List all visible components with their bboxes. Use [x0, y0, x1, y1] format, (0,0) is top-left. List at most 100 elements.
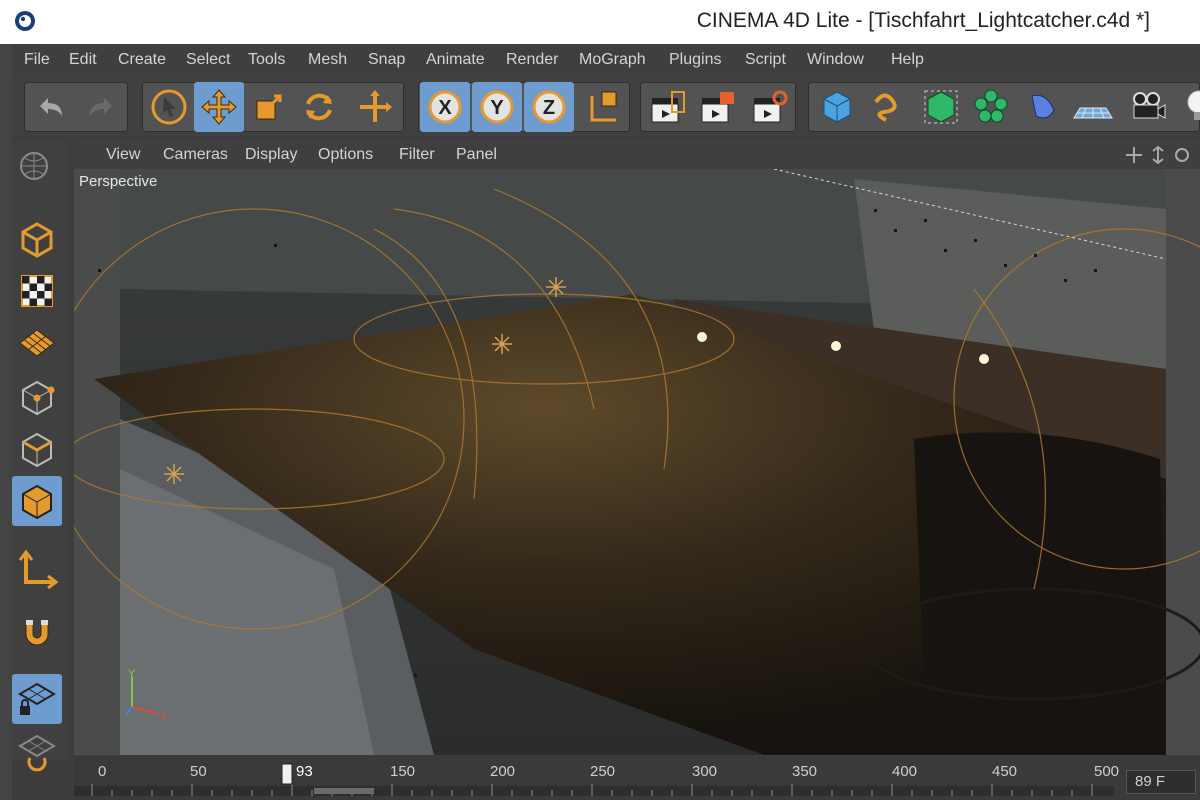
menu-create[interactable]: Create — [118, 51, 166, 69]
coordinate-system-button[interactable] — [576, 82, 626, 132]
sidebar-texture-mode-button[interactable] — [12, 266, 62, 316]
render-picture-viewer-button[interactable] — [692, 82, 742, 132]
x-axis-lock-button[interactable]: X — [420, 82, 470, 132]
viewport-menu-view[interactable]: View — [106, 146, 140, 164]
svg-text:X: X — [438, 97, 452, 119]
transform-tool-button[interactable] — [350, 82, 400, 132]
timeline-tick-450: 450 — [992, 763, 1018, 780]
window-titlebar: CINEMA 4D Lite - [Tischfahrt_Lightcatche… — [0, 0, 1200, 44]
z-axis-lock-button[interactable]: Z — [524, 82, 574, 132]
axis-corner-icon — [18, 549, 59, 590]
viewport-camera-label: Perspective — [79, 173, 158, 190]
magnet-icon — [25, 620, 49, 646]
render-view-button[interactable] — [642, 82, 692, 132]
timeline-tick-50: 50 — [190, 763, 207, 780]
playhead-marker[interactable] — [281, 763, 293, 785]
redo-button[interactable] — [76, 82, 126, 132]
polygons-cube-icon — [22, 484, 52, 520]
menu-select[interactable]: Select — [186, 51, 230, 69]
y-axis-lock-button[interactable]: Y — [472, 82, 522, 132]
sidebar-point-mode-button[interactable] — [12, 372, 62, 422]
render-settings-icon — [753, 90, 788, 123]
timeline-ruler[interactable]: 0 50 93 150 200 250 300 350 400 450 500 … — [74, 756, 1200, 800]
add-camera-button[interactable] — [1122, 82, 1172, 132]
viewport-menu-filter[interactable]: Filter — [399, 146, 435, 164]
viewport-navigation-icons[interactable] — [1124, 145, 1196, 165]
sidebar-solo-button[interactable] — [12, 728, 62, 778]
add-spline-button[interactable] — [864, 82, 914, 132]
menu-file[interactable]: File — [24, 51, 50, 69]
add-mograph-button[interactable] — [966, 82, 1016, 132]
axis-gizmo-x-label: X — [160, 710, 168, 722]
timeline-current-frame-label: 93 — [296, 763, 313, 780]
menu-help[interactable]: Help — [891, 51, 924, 69]
y-axis-icon: Y — [480, 90, 514, 124]
rotate-icon — [306, 93, 332, 121]
perspective-viewport[interactable]: Perspective Y X — [74, 169, 1200, 755]
x-axis-icon: X — [428, 90, 462, 124]
app-window: File Edit Create Select Tools Mesh Snap … — [12, 44, 1200, 800]
locked-grid-icon — [18, 682, 56, 715]
transform-icon — [360, 90, 392, 122]
scale-icon — [256, 94, 282, 120]
scale-tool-button[interactable] — [244, 82, 294, 132]
timeline-tick-500: 500 — [1094, 763, 1120, 780]
clapperboard-icon — [651, 91, 685, 123]
timeline-tick-200: 200 — [490, 763, 516, 780]
menu-mesh[interactable]: Mesh — [308, 51, 347, 69]
z-axis-icon: Z — [532, 90, 566, 124]
add-cube-button[interactable] — [812, 82, 862, 132]
render-picture-icon — [701, 92, 734, 123]
cube-icon — [823, 91, 851, 123]
redo-icon — [90, 98, 112, 116]
sidebar-edge-mode-button[interactable] — [12, 424, 62, 474]
current-frame-field[interactable]: 89 F — [1126, 770, 1196, 794]
globe-grid-icon — [20, 152, 48, 180]
timeline-tick-300: 300 — [692, 763, 718, 780]
axis-gizmo-y-label: Y — [128, 668, 136, 680]
floor-grid-icon — [1073, 107, 1113, 119]
live-selection-button[interactable] — [144, 82, 194, 132]
rotate-tool-button[interactable] — [294, 82, 344, 132]
sidebar-polygon-mode-button[interactable] — [12, 476, 62, 526]
sidebar-make-editable-button[interactable] — [12, 144, 62, 194]
viewport-menu-display[interactable]: Display — [245, 146, 297, 164]
add-generator-button[interactable] — [916, 82, 966, 132]
add-deformer-button[interactable] — [1018, 82, 1068, 132]
viewport-menubar: View Cameras Display Options Filter Pane… — [74, 141, 1200, 169]
light-bulb-icon — [1187, 90, 1200, 120]
viewport-menu-panel[interactable]: Panel — [456, 146, 497, 164]
menu-edit[interactable]: Edit — [69, 51, 97, 69]
add-floor-button[interactable] — [1068, 82, 1118, 132]
cloner-icon — [974, 89, 1008, 123]
pointer-icon — [151, 89, 187, 125]
move-tool-button[interactable] — [194, 82, 244, 132]
menu-render[interactable]: Render — [506, 51, 558, 69]
undo-button[interactable] — [26, 82, 76, 132]
render-settings-button[interactable] — [744, 82, 794, 132]
sidebar-workplane-lock-button[interactable] — [12, 674, 62, 724]
menu-tools[interactable]: Tools — [248, 51, 285, 69]
viewport-menu-options[interactable]: Options — [318, 146, 373, 164]
axis-gizmo-icon: Y X — [125, 668, 168, 722]
menu-window[interactable]: Window — [807, 51, 864, 69]
solo-grid-icon — [18, 734, 56, 772]
menu-mograph[interactable]: MoGraph — [579, 51, 646, 69]
menu-animate[interactable]: Animate — [426, 51, 485, 69]
undo-icon — [40, 98, 62, 116]
sidebar-model-mode-button[interactable] — [12, 214, 62, 264]
move-icon — [201, 89, 237, 125]
model-cube-icon — [21, 222, 53, 258]
sidebar-workplane-mode-button[interactable] — [12, 318, 62, 368]
sidebar-snap-button[interactable] — [12, 608, 62, 658]
edges-cube-icon — [22, 432, 52, 468]
viewport-menu-cameras[interactable]: Cameras — [163, 146, 228, 164]
window-title: CINEMA 4D Lite - [Tischfahrt_Lightcatche… — [696, 9, 1150, 32]
menu-plugins[interactable]: Plugins — [669, 51, 721, 69]
add-light-button[interactable] — [1174, 82, 1200, 132]
sidebar-axis-mode-button[interactable] — [12, 544, 62, 594]
svg-text:Y: Y — [490, 97, 504, 119]
menu-snap[interactable]: Snap — [368, 51, 405, 69]
menu-script[interactable]: Script — [745, 51, 786, 69]
main-menubar: File Edit Create Select Tools Mesh Snap … — [12, 44, 1200, 78]
